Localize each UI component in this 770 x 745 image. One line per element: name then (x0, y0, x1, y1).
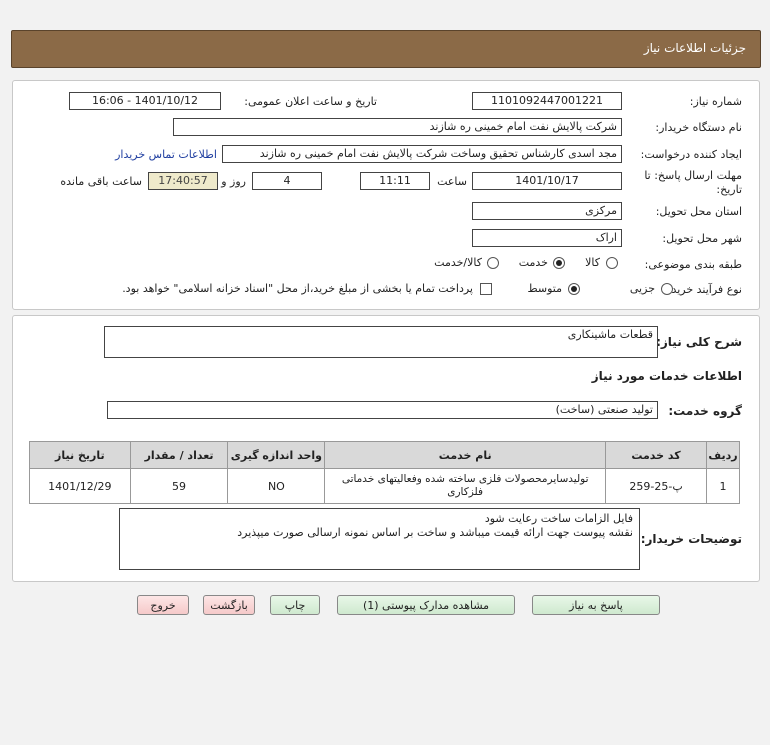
city-field: اراک (472, 229, 622, 247)
col-qty-header: تعداد / مقدار (129, 441, 229, 469)
notes-line-2: نقشه پیوست جهت ارائه قیمت میباشد و ساخت … (237, 526, 633, 539)
treasury-payment-text: پرداخت تمام یا بخشی از مبلغ خرید،از محل … (122, 282, 473, 295)
notes-label: توضیحات خریدار: (640, 532, 742, 546)
province-field: مرکزی (472, 202, 622, 220)
announce-datetime-field: 1401/10/12 - 16:06 (69, 92, 221, 110)
view-attachments-button[interactable]: مشاهده مدارک پیوستی (1) (337, 595, 515, 615)
deadline-time-field: 11:11 (360, 172, 430, 190)
cell-qty: 59 (129, 468, 229, 504)
deadline-time-label: ساعت (437, 175, 467, 188)
col-unit-header: واحد اندازه گیری (227, 441, 326, 469)
process-radio-medium[interactable] (568, 283, 580, 295)
category-radio-goods-service[interactable] (487, 257, 499, 269)
summary-field: قطعات ماشینکاری (104, 326, 658, 358)
col-date-header: تاریخ نیاز (29, 441, 131, 469)
col-code-header: کد خدمت (604, 441, 708, 469)
cell-row: 1 (706, 468, 740, 504)
services-section-title: اطلاعات خدمات مورد نیاز (591, 369, 742, 383)
category-label: طبقه بندی موضوعی: (644, 258, 742, 271)
announce-label: تاریخ و ساعت اعلان عمومی: (244, 95, 377, 108)
remaining-days-field: 4 (252, 172, 322, 190)
cell-code: پ-25-259 (604, 468, 708, 504)
category-radio-service[interactable] (553, 257, 565, 269)
process-label: نوع فرآیند خرید : (664, 283, 742, 296)
category-goods-service-label: کالا/خدمت (434, 256, 482, 269)
table-row: 1 پ-25-259 تولیدسایرمحصولات فلزی ساخته ش… (29, 468, 740, 504)
cell-name: تولیدسایرمحصولات فلزی ساخته شده وفعالیته… (324, 468, 606, 504)
reply-button[interactable]: پاسخ به نیاز (532, 595, 660, 615)
remaining-time-field: 17:40:57 (148, 172, 218, 190)
category-service-label: خدمت (518, 256, 548, 269)
creator-field: مجد اسدی کارشناس تحقیق وساخت شرکت پالایش… (222, 145, 622, 163)
buyer-contact-link[interactable]: اطلاعات تماس خریدار (115, 148, 217, 161)
remaining-label: ساعت باقی مانده (60, 175, 142, 188)
days-label: روز و (221, 175, 246, 188)
table-header-row: ردیف کد خدمت نام خدمت واحد اندازه گیری ت… (29, 441, 740, 469)
need-number-field: 1101092447001221 (472, 92, 622, 110)
service-group-field: تولید صنعتی (ساخت) (107, 401, 658, 419)
deadline-label-date: تاریخ: (716, 183, 742, 196)
summary-label: شرح کلی نیاز: (656, 335, 742, 349)
need-info-panel (12, 80, 760, 310)
deadline-date-field: 1401/10/17 (472, 172, 622, 190)
process-medium-label: متوسط (527, 282, 562, 295)
buyer-org-label: نام دستگاه خریدار: (655, 121, 742, 134)
print-button[interactable]: چاپ (270, 595, 320, 615)
page-title: جزئیات اطلاعات نیاز (643, 41, 746, 55)
process-radio-minor[interactable] (661, 283, 673, 295)
col-row-header: ردیف (706, 441, 740, 469)
services-table: ردیف کد خدمت نام خدمت واحد اندازه گیری ت… (29, 441, 740, 504)
exit-button[interactable]: خروج (137, 595, 189, 615)
category-goods-label: کالا (585, 256, 600, 269)
service-group-label: گروه خدمت: (668, 404, 742, 418)
page-header: جزئیات اطلاعات نیاز (11, 30, 761, 68)
col-name-header: نام خدمت (324, 441, 606, 469)
category-radio-goods[interactable] (606, 257, 618, 269)
treasury-payment-checkbox[interactable] (480, 283, 492, 295)
city-label: شهر محل تحویل: (662, 232, 742, 245)
deadline-label: مهلت ارسال پاسخ: تا (644, 169, 742, 182)
process-minor-label: جزیی (629, 282, 655, 295)
buyer-org-field: شرکت پالایش نفت امام خمینی ره شازند (173, 118, 622, 136)
cell-date: 1401/12/29 (29, 468, 131, 504)
cell-unit: NO (227, 468, 326, 504)
notes-line-1: فایل الزامات ساخت رعایت شود (484, 512, 633, 525)
need-number-label: شماره نیاز: (689, 95, 742, 108)
province-label: استان محل تحویل: (655, 205, 742, 218)
back-button[interactable]: بازگشت (203, 595, 255, 615)
creator-label: ایجاد کننده درخواست: (640, 148, 742, 161)
notes-box: فایل الزامات ساخت رعایت شود نقشه پیوست ج… (119, 508, 640, 570)
